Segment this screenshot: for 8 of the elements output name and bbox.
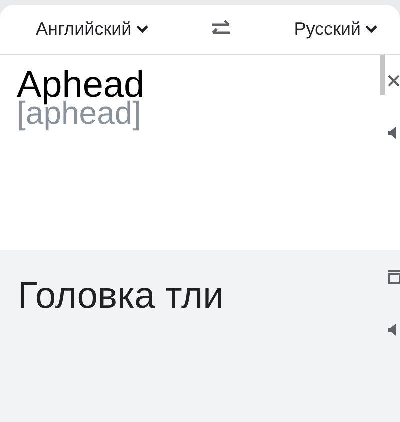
chevron-down-icon	[364, 25, 378, 34]
close-icon[interactable]	[388, 75, 400, 87]
scrollbar	[380, 55, 385, 95]
target-language-selector[interactable]: Русский	[294, 16, 378, 43]
copy-icon[interactable]	[388, 270, 400, 284]
translation-text: Головка тли	[17, 274, 225, 318]
source-language-selector[interactable]: Английский	[36, 16, 149, 43]
chevron-down-icon	[136, 25, 149, 34]
